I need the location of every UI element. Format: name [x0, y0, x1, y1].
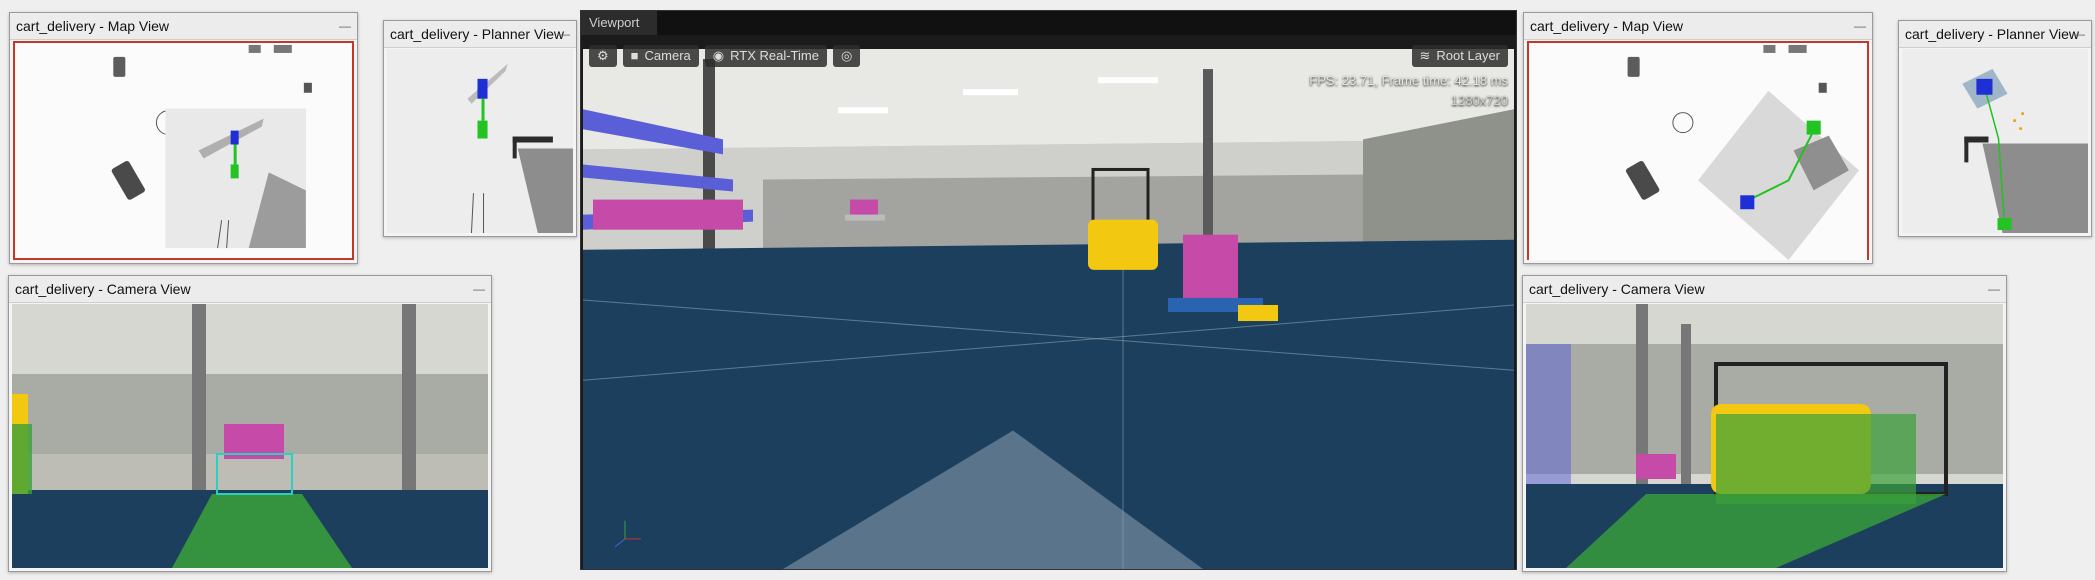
planner-view-window-left[interactable]: cart_delivery - Planner View —	[383, 20, 577, 237]
window-title: cart_delivery - Planner View	[390, 26, 565, 42]
minimize-button[interactable]: —	[1854, 13, 1866, 39]
visibility-button[interactable]: ◎	[832, 45, 861, 67]
map-canvas[interactable]	[13, 41, 354, 260]
window-titlebar[interactable]: cart_delivery - Camera View —	[9, 276, 491, 303]
window-title: cart_delivery - Camera View	[1529, 281, 1705, 297]
render-mode-button[interactable]: ◉ RTX Real-Time	[704, 45, 827, 67]
layers-icon: ≋	[1419, 48, 1431, 63]
viewport-tab[interactable]: Viewport	[581, 11, 658, 35]
window-title: cart_delivery - Map View	[1530, 18, 1684, 34]
fps-readout: FPS: 23.71, Frame time: 42.18 ms	[1309, 73, 1508, 88]
minimize-button[interactable]: —	[558, 21, 570, 47]
map-view-window-right[interactable]: cart_delivery - Map View —	[1523, 12, 1873, 264]
viewport-toolbar: ⚙ ■ Camera ◉ RTX Real-Time ◎	[589, 45, 861, 67]
camera-feed[interactable]	[12, 304, 488, 568]
camera-button[interactable]: ■ Camera	[622, 45, 699, 67]
root-layer-button[interactable]: ≋ Root Layer	[1411, 45, 1508, 67]
window-title: cart_delivery - Camera View	[15, 281, 191, 297]
window-titlebar[interactable]: cart_delivery - Planner View —	[1899, 21, 2091, 48]
camera-view-window-right[interactable]: cart_delivery - Camera View —	[1522, 275, 2007, 572]
viewport-settings-button[interactable]: ⚙	[589, 45, 617, 67]
minimize-button[interactable]: —	[1988, 276, 2000, 302]
root-layer-label: Root Layer	[1436, 48, 1500, 63]
viewport-stats: FPS: 23.71, Frame time: 42.18 ms 1280x72…	[1309, 71, 1508, 111]
lightbulb-icon: ◉	[712, 48, 725, 63]
render-mode-label: RTX Real-Time	[730, 48, 819, 63]
camera-feed[interactable]	[1526, 304, 2003, 568]
minimize-button[interactable]: —	[2073, 21, 2085, 47]
planner-view-window-right[interactable]: cart_delivery - Planner View —	[1898, 20, 2092, 237]
resolution-readout: 1280x720	[1450, 93, 1508, 108]
planner-canvas[interactable]	[387, 49, 573, 233]
camera-icon: ■	[630, 48, 639, 63]
window-title: cart_delivery - Planner View	[1905, 26, 2080, 42]
viewport-window[interactable]: Viewport ⚙ ■ Camera ◉ RTX Real-Time ◎ ≋ …	[580, 10, 1517, 570]
camera-label: Camera	[644, 48, 691, 63]
window-title: cart_delivery - Map View	[16, 18, 170, 34]
map-canvas[interactable]	[1527, 41, 1869, 260]
map-view-window-left[interactable]: cart_delivery - Map View —	[9, 12, 358, 264]
eye-icon: ◎	[840, 48, 853, 63]
viewport-scene[interactable]	[583, 49, 1514, 569]
window-titlebar[interactable]: cart_delivery - Map View —	[1524, 13, 1872, 40]
window-titlebar[interactable]: cart_delivery - Camera View —	[1523, 276, 2006, 303]
viewport-tabbar: Viewport	[581, 11, 1516, 35]
planner-canvas[interactable]	[1902, 49, 2088, 233]
gear-icon: ⚙	[597, 48, 609, 63]
window-titlebar[interactable]: cart_delivery - Map View —	[10, 13, 357, 40]
minimize-button[interactable]: —	[339, 13, 351, 39]
minimize-button[interactable]: —	[473, 276, 485, 302]
camera-view-window-left[interactable]: cart_delivery - Camera View —	[8, 275, 492, 572]
window-titlebar[interactable]: cart_delivery - Planner View —	[384, 21, 576, 48]
